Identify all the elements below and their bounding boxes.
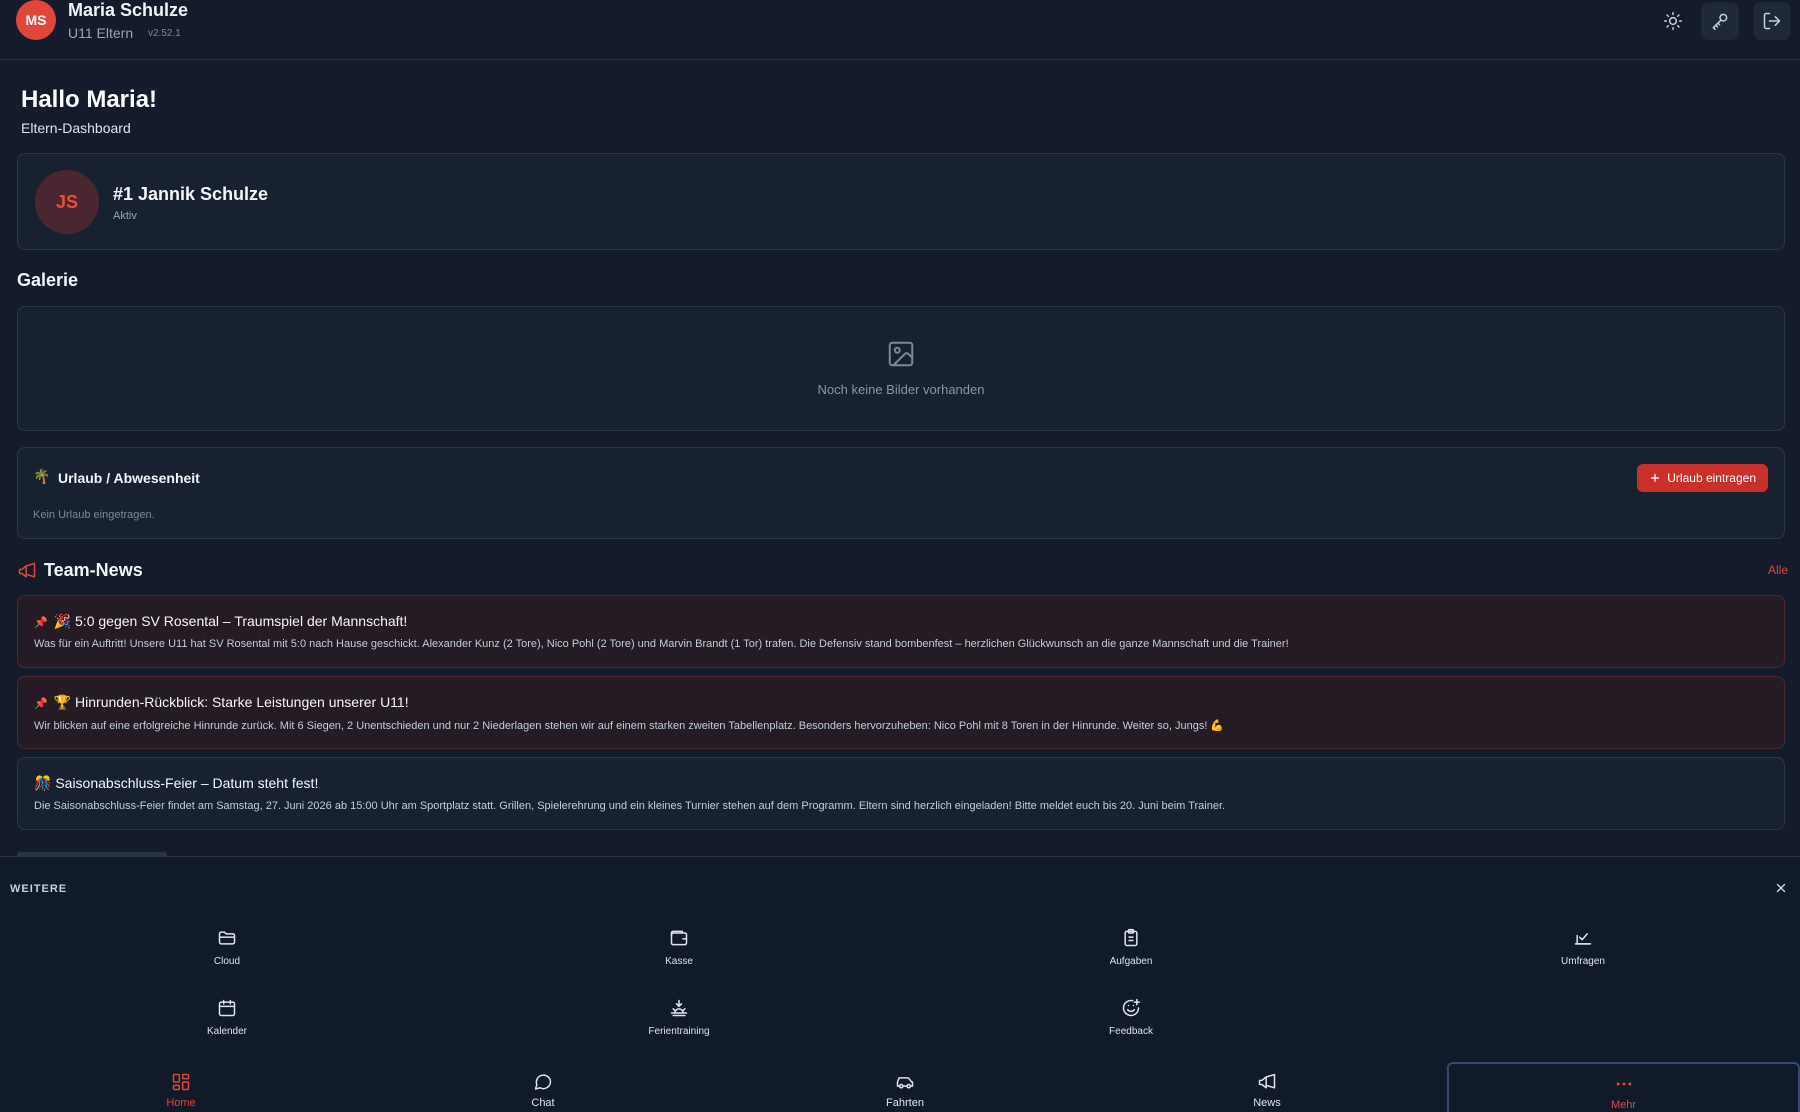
plus-icon — [1649, 472, 1661, 484]
tab-label: News — [1253, 1097, 1281, 1109]
logout-button[interactable] — [1753, 2, 1791, 40]
pin-icon: 📌 — [34, 698, 48, 710]
child-status: Aktiv — [113, 210, 137, 222]
gallery-title: Galerie — [17, 270, 79, 290]
vacation-empty-text: Kein Urlaub eingetragen. — [33, 509, 155, 521]
key-icon — [1710, 11, 1730, 31]
more-item-label: Ferientraining — [648, 1026, 710, 1037]
sunset-icon — [579, 998, 779, 1020]
child-card[interactable]: JS #1 Jannik Schulze Aktiv — [17, 153, 1785, 250]
news-item-title: 🎉 5:0 gegen SV Rosental – Traumspiel der… — [53, 613, 408, 629]
page-subtitle: Eltern-Dashboard — [21, 120, 131, 136]
news-item[interactable]: 📌 🎉 5:0 gegen SV Rosental – Traumspiel de… — [17, 595, 1785, 668]
tab-fahrten[interactable]: Fahrten — [725, 1062, 1085, 1112]
close-icon — [1774, 881, 1788, 895]
user-name: Maria Schulze — [68, 0, 189, 20]
bottom-tab-bar: Home Chat Fahrten News Mehr — [0, 1062, 1800, 1112]
tab-news[interactable]: News — [1087, 1062, 1447, 1112]
megaphone-icon — [17, 561, 37, 581]
car-icon — [725, 1072, 1085, 1092]
app-version: v2.52.1 — [148, 28, 181, 39]
user-role: U11 Eltern — [68, 25, 134, 41]
gallery-empty-text: Noch keine Bilder vorhanden — [817, 382, 985, 397]
add-vacation-label: Urlaub eintragen — [1667, 471, 1756, 485]
calendar-icon — [127, 998, 327, 1020]
page-title: Hallo Maria! — [21, 86, 158, 113]
user-avatar[interactable]: MS — [16, 0, 56, 40]
more-item-feedback[interactable]: Feedback — [1031, 998, 1231, 1037]
more-sheet-title: WEITERE — [10, 883, 68, 895]
more-item-label: Kasse — [665, 956, 693, 967]
tab-label: Mehr — [1610, 1099, 1637, 1111]
change-password-button[interactable] — [1701, 2, 1739, 40]
gallery-card: Noch keine Bilder vorhanden — [17, 306, 1785, 431]
tab-mehr[interactable]: Mehr — [1447, 1062, 1800, 1112]
news-item-title: 🎊 Saisonabschluss-Feier – Datum steht fe… — [34, 775, 319, 791]
chat-icon — [363, 1072, 723, 1092]
folder-icon — [127, 928, 327, 950]
more-item-label: Aufgaben — [1109, 956, 1153, 967]
add-vacation-button[interactable]: Urlaub eintragen — [1637, 464, 1768, 492]
grid-icon — [1, 1072, 361, 1092]
news-item-title: 🏆 Hinrunden-Rückblick: Starke Leistungen… — [53, 694, 409, 710]
close-button[interactable] — [1774, 881, 1788, 895]
theme-toggle-button[interactable] — [1654, 2, 1692, 40]
more-item-kalender[interactable]: Kalender — [127, 998, 327, 1037]
logout-icon — [1762, 11, 1782, 31]
child-avatar: JS — [35, 170, 99, 234]
more-item-label: Kalender — [206, 1026, 248, 1037]
vote-icon — [1483, 928, 1683, 950]
pin-icon: 📌 — [34, 617, 48, 629]
megaphone-icon — [1087, 1072, 1447, 1092]
more-item-aufgaben[interactable]: Aufgaben — [1031, 928, 1231, 967]
tab-label: Home — [166, 1097, 196, 1109]
more-item-label: Cloud — [213, 956, 241, 967]
more-item-ferientraining[interactable]: Ferientraining — [579, 998, 779, 1037]
news-item-text: Wir blicken auf eine erfolgreiche Hinrun… — [34, 720, 1225, 732]
vacation-title: Urlaub / Abwesenheit — [58, 470, 200, 486]
tab-home[interactable]: Home — [1, 1062, 361, 1112]
app-header: MS Maria Schulze U11 Eltern v2.52.1 — [0, 0, 1800, 60]
smile-plus-icon — [1031, 998, 1231, 1020]
more-item-kasse[interactable]: Kasse — [579, 928, 779, 967]
dots-icon — [1449, 1074, 1798, 1094]
sun-icon — [1663, 11, 1683, 31]
child-name: #1 Jannik Schulze — [113, 184, 269, 204]
image-icon — [886, 339, 916, 369]
more-item-label: Feedback — [1109, 1026, 1153, 1037]
vacation-card: 🌴 Urlaub / Abwesenheit Urlaub eintragen … — [17, 447, 1785, 539]
more-item-umfragen[interactable]: Umfragen — [1483, 928, 1683, 967]
news-all-link[interactable]: Alle — [1768, 563, 1788, 577]
news-item[interactable]: 📌 🏆 Hinrunden-Rückblick: Starke Leistunge… — [17, 676, 1785, 749]
news-item[interactable]: 🎊 Saisonabschluss-Feier – Datum steht fe… — [17, 757, 1785, 830]
more-item-cloud[interactable]: Cloud — [127, 928, 327, 967]
tab-label: Chat — [531, 1097, 555, 1109]
tab-chat[interactable]: Chat — [363, 1062, 723, 1112]
wallet-icon — [579, 928, 779, 950]
clipboard-icon — [1031, 928, 1231, 950]
more-item-label: Umfragen — [1561, 956, 1605, 967]
news-item-text: Die Saisonabschluss-Feier findet am Sams… — [34, 800, 1226, 812]
team-news-title: Team-News — [44, 560, 143, 580]
tab-label: Fahrten — [886, 1097, 924, 1109]
news-item-text: Was für ein Auftritt! Unsere U11 hat SV … — [34, 638, 1289, 650]
palm-tree-icon: 🌴 — [33, 468, 51, 484]
